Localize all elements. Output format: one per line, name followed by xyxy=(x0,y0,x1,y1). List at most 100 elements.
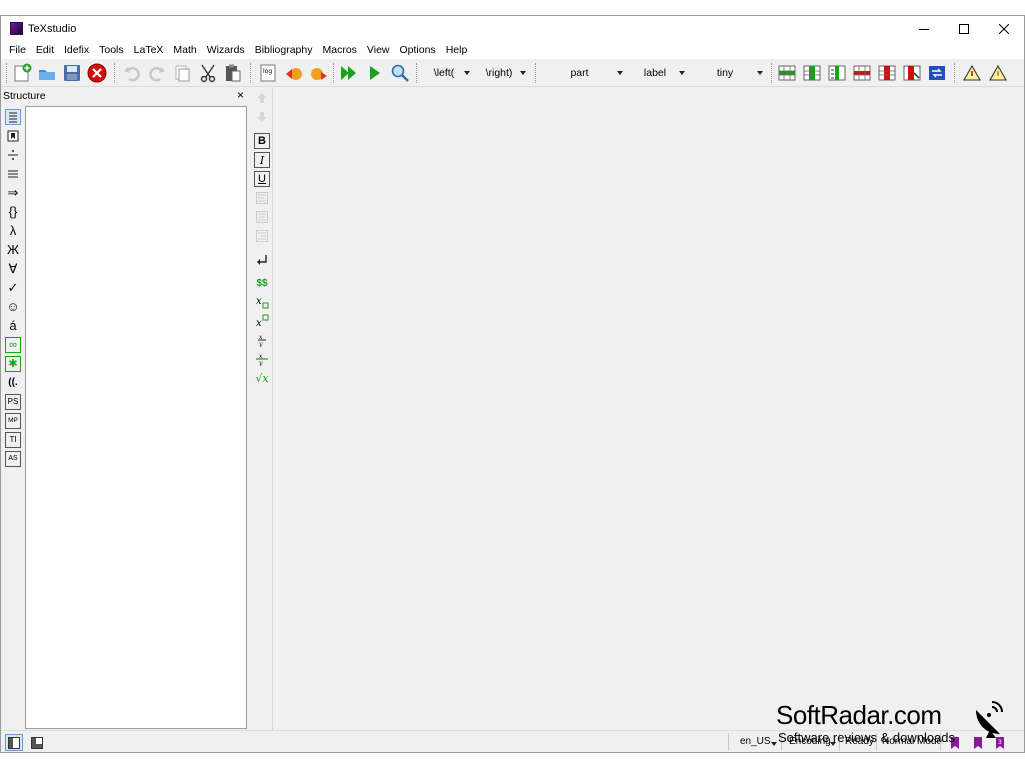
newline-icon[interactable] xyxy=(254,252,270,268)
toggle-messages-button[interactable] xyxy=(28,734,46,751)
chevron-down-icon xyxy=(757,71,763,75)
inline-math-button[interactable]: $$ xyxy=(254,275,270,291)
close-circle-icon xyxy=(87,63,107,83)
structure-tree[interactable] xyxy=(25,106,247,729)
right-delimiter-combo[interactable]: \right) xyxy=(478,63,530,83)
relations-icon[interactable] xyxy=(5,166,21,182)
wasy-icon[interactable]: ☺ xyxy=(5,299,21,315)
cyrillic-icon[interactable]: Ж xyxy=(5,242,21,258)
scissors-icon xyxy=(200,64,216,83)
bookmarks-icon[interactable] xyxy=(5,128,21,144)
toggle-structure-button[interactable] xyxy=(5,734,23,751)
align-column-button[interactable] xyxy=(826,62,848,84)
align-left-icon[interactable] xyxy=(254,190,270,206)
swap-columns-button[interactable] xyxy=(926,62,948,84)
panel-splitter[interactable] xyxy=(248,88,250,730)
fraction-icon[interactable]: xy xyxy=(254,332,270,348)
build-view-button[interactable] xyxy=(338,62,360,84)
previous-error-button[interactable] xyxy=(283,62,305,84)
undo-icon xyxy=(124,66,140,82)
spellcheck-language[interactable]: en_US xyxy=(740,736,771,747)
pstricks-icon[interactable]: PS xyxy=(5,394,21,410)
sqrt-button[interactable]: √x xyxy=(254,370,270,386)
most-used-icon[interactable]: ✱ xyxy=(5,356,21,372)
redo-button[interactable] xyxy=(146,62,168,84)
add-column-button[interactable] xyxy=(801,62,823,84)
menu-math[interactable]: Math xyxy=(168,41,201,59)
close-window-button[interactable] xyxy=(984,16,1024,41)
underline-button[interactable]: U xyxy=(254,171,270,187)
operators-icon[interactable] xyxy=(5,147,21,163)
delimiters-icon[interactable]: {} xyxy=(5,204,21,220)
menu-edit[interactable]: Edit xyxy=(31,41,59,59)
minimize-button[interactable] xyxy=(904,16,944,41)
bookmark-up-icon[interactable] xyxy=(254,90,270,106)
table-remove-column-icon xyxy=(878,65,896,81)
references-combo[interactable]: label xyxy=(631,63,689,83)
left-delimiter-combo[interactable]: \left( xyxy=(424,63,474,83)
special-chars-icon[interactable]: á xyxy=(5,318,21,334)
view-log-button[interactable]: log xyxy=(257,62,279,84)
metapost-icon[interactable]: MP xyxy=(5,413,21,429)
bold-button[interactable]: B xyxy=(254,133,270,149)
menu-bibliography[interactable]: Bibliography xyxy=(250,41,318,59)
remove-row-button[interactable] xyxy=(851,62,873,84)
menu-tools[interactable]: Tools xyxy=(94,41,129,59)
cut-button[interactable] xyxy=(197,62,219,84)
menu-macros[interactable]: Macros xyxy=(317,41,361,59)
brackets-icon[interactable]: ((. xyxy=(5,375,21,391)
open-file-button[interactable] xyxy=(36,62,58,84)
paste-button[interactable] xyxy=(222,62,244,84)
log-text: log xyxy=(263,68,272,75)
menu-latex[interactable]: LaTeX xyxy=(129,41,169,59)
toolbar-separator xyxy=(535,63,536,83)
greek-icon[interactable]: λ xyxy=(5,223,21,239)
menu-bar: File Edit Idefix Tools LaTeX Math Wizard… xyxy=(1,41,1024,59)
add-row-button[interactable] xyxy=(776,62,798,84)
compile-button[interactable] xyxy=(364,62,386,84)
undo-button[interactable] xyxy=(121,62,143,84)
menu-file[interactable]: File xyxy=(4,41,31,59)
next-error-button[interactable] xyxy=(308,62,330,84)
bad-box-button[interactable] xyxy=(987,62,1009,84)
save-icon xyxy=(64,65,80,81)
close-file-button[interactable] xyxy=(86,62,108,84)
menu-idefix[interactable]: Idefix xyxy=(59,41,94,59)
cut-column-button[interactable] xyxy=(901,62,923,84)
previous-error-icon xyxy=(286,68,302,80)
menu-view[interactable]: View xyxy=(362,41,395,59)
tikz-icon[interactable]: TI xyxy=(5,432,21,448)
menu-wizards[interactable]: Wizards xyxy=(202,41,250,59)
warning-triangle-icon xyxy=(963,64,981,81)
arrows-icon[interactable]: ⇒ xyxy=(5,185,21,201)
misc-math-icon[interactable]: ∀ xyxy=(5,261,21,277)
sectioning-combo[interactable]: part xyxy=(542,63,627,83)
align-right-icon[interactable] xyxy=(254,228,270,244)
menu-options[interactable]: Options xyxy=(395,41,441,59)
favorites-icon[interactable]: ∞ xyxy=(5,337,21,353)
bookmark-down-icon[interactable] xyxy=(254,109,270,125)
font-size-combo[interactable]: tiny xyxy=(693,63,767,83)
close-panel-button[interactable]: × xyxy=(237,89,244,102)
magnifier-icon xyxy=(391,64,409,82)
editor-area[interactable] xyxy=(275,88,1024,730)
dfrac-icon[interactable]: xy xyxy=(254,351,270,367)
maximize-button[interactable] xyxy=(944,16,984,41)
copy-button[interactable] xyxy=(171,62,193,84)
menu-help[interactable]: Help xyxy=(441,41,473,59)
subscript-icon[interactable]: x xyxy=(254,294,270,310)
warning-button[interactable] xyxy=(961,62,983,84)
softradar-watermark: SoftRadar.com Software reviews & downloa… xyxy=(776,700,1016,750)
align-center-icon[interactable] xyxy=(254,209,270,225)
toolbar-separator xyxy=(771,63,772,83)
structure-view-icon[interactable] xyxy=(5,109,21,125)
save-button[interactable] xyxy=(61,62,83,84)
view-pdf-button[interactable] xyxy=(389,62,411,84)
misc-text-icon[interactable]: ✓ xyxy=(5,280,21,296)
superscript-icon[interactable]: x xyxy=(254,313,270,329)
italic-button[interactable]: I xyxy=(254,152,270,168)
asymptote-icon[interactable]: AS xyxy=(5,451,21,467)
remove-column-button[interactable] xyxy=(876,62,898,84)
new-file-button[interactable] xyxy=(11,62,33,84)
svg-text:x: x xyxy=(256,318,262,328)
